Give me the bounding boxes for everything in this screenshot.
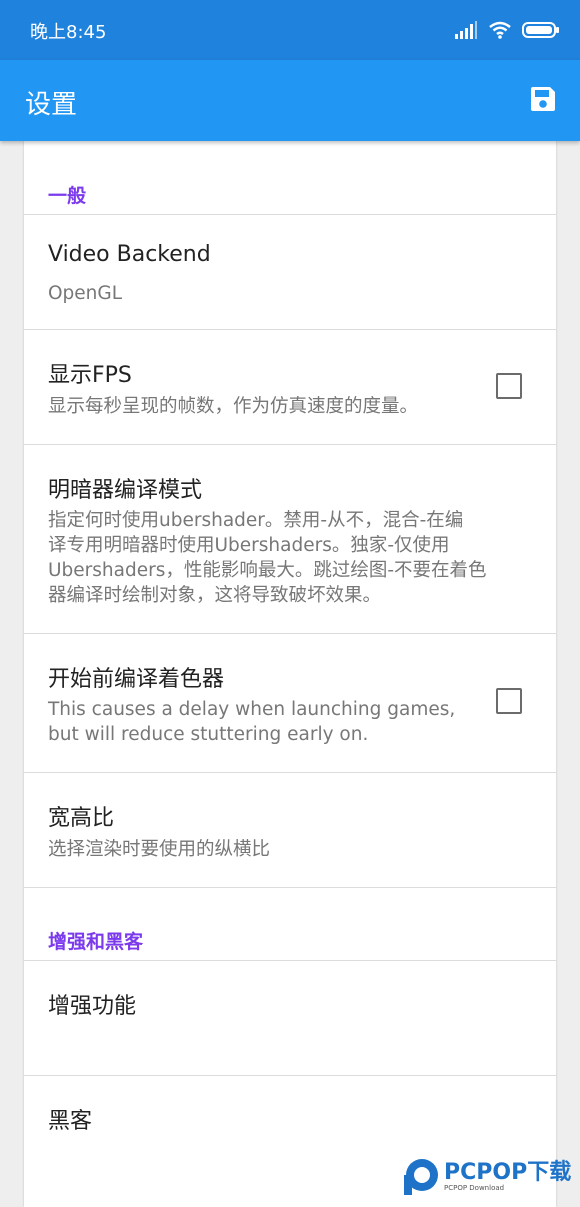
summary-line: 指定何时使用ubershader。禁用-从不，混合-在编 xyxy=(48,510,464,531)
summary-line: 译专用明暗器时使用Ubershaders。独家-仅使用 xyxy=(48,535,450,556)
watermark-subtext: PCPOP Download xyxy=(444,1184,505,1192)
watermark-text: PCPOP下载 xyxy=(444,1160,572,1185)
pref-title: Video Backend xyxy=(48,242,211,267)
status-time: 晚上8:45 xyxy=(30,22,107,43)
pref-summary: OpenGL xyxy=(48,283,123,304)
section-header-label: 增强和黑客 xyxy=(48,931,144,953)
signal-icon xyxy=(455,21,477,39)
pref-title: 黑客 xyxy=(48,1109,93,1134)
page-title: 设置 xyxy=(25,90,78,120)
section-header-label: 一般 xyxy=(48,185,87,207)
summary-line: This causes a delay when launching games… xyxy=(48,699,456,720)
app-bar: 设置 xyxy=(0,60,580,141)
pref-video-backend[interactable]: Video Backend OpenGL xyxy=(24,215,556,329)
pref-title: 显示FPS xyxy=(48,363,132,388)
pref-enhancements[interactable]: 增强功能 xyxy=(24,961,556,1075)
pref-shader-compilation-mode[interactable]: 明暗器编译模式 指定何时使用ubershader。禁用-从不，混合-在编 译专用… xyxy=(24,445,556,633)
precompile-checkbox[interactable] xyxy=(496,688,522,714)
pref-summary: 指定何时使用ubershader。禁用-从不，混合-在编 译专用明暗器时使用Ub… xyxy=(48,508,528,608)
watermark: PCPOP下载 PCPOP Download xyxy=(400,1152,571,1202)
show-fps-checkbox[interactable] xyxy=(496,373,522,399)
pref-aspect-ratio[interactable]: 宽高比 选择渲染时要使用的纵横比 xyxy=(24,773,556,887)
watermark-text-block: PCPOP下载 PCPOP Download xyxy=(444,1160,572,1193)
pref-title: 宽高比 xyxy=(48,806,115,831)
status-bar: 晚上8:45 xyxy=(0,0,580,60)
divider xyxy=(24,887,556,888)
pref-title: 开始前编译着色器 xyxy=(48,667,225,692)
battery-icon xyxy=(522,22,559,38)
summary-line: Ubershaders，性能影响最大。跳过绘图-不要在着色 xyxy=(48,560,487,581)
wifi-icon xyxy=(489,21,511,39)
settings-list: 一般 Video Backend OpenGL 显示FPS 显示每秒呈现的帧数，… xyxy=(24,141,556,1207)
summary-line: 器编译时绘制对象，这将导致破坏效果。 xyxy=(48,585,382,606)
pref-precompile-shaders[interactable]: 开始前编译着色器 This causes a delay when launch… xyxy=(24,634,556,772)
pref-show-fps[interactable]: 显示FPS 显示每秒呈现的帧数，作为仿真速度的度量。 xyxy=(24,330,556,444)
pref-title: 明暗器编译模式 xyxy=(48,478,203,503)
save-icon xyxy=(531,87,555,111)
pref-title: 增强功能 xyxy=(48,994,137,1019)
pref-summary: 显示每秒呈现的帧数，作为仿真速度的度量。 xyxy=(48,396,419,417)
status-icons xyxy=(454,18,560,42)
summary-line: but will reduce stuttering early on. xyxy=(48,724,369,745)
pcpop-logo-icon xyxy=(404,1159,438,1195)
save-button[interactable] xyxy=(528,84,558,114)
pref-summary: This causes a delay when launching games… xyxy=(48,697,468,747)
pref-summary: 选择渲染时要使用的纵横比 xyxy=(48,839,271,860)
